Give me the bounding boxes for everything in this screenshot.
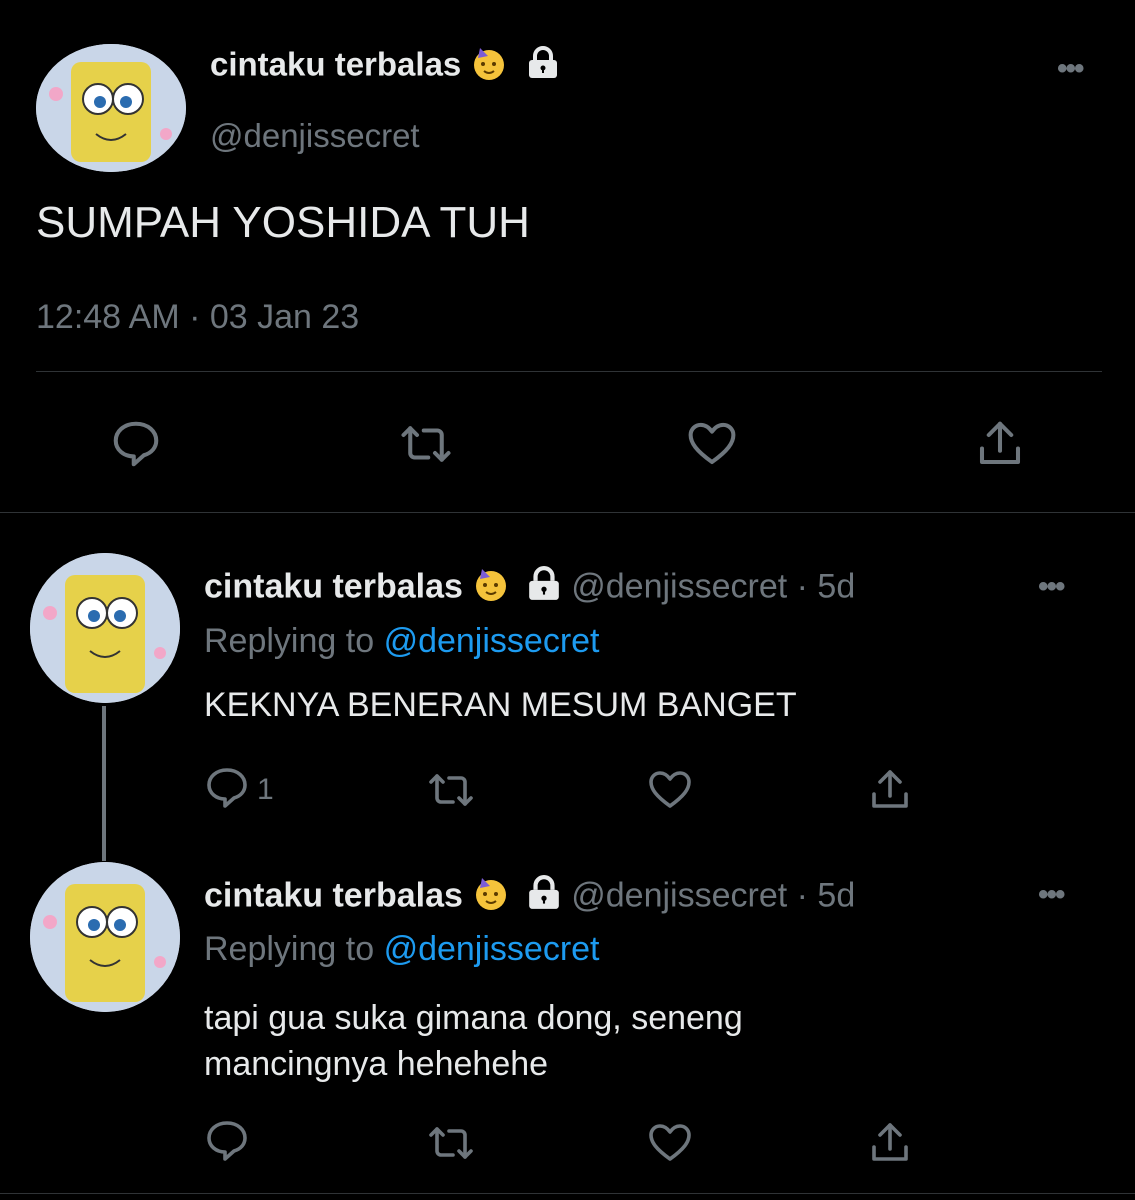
share-icon[interactable] — [864, 765, 916, 815]
share-icon[interactable] — [864, 1118, 916, 1168]
lock-icon — [526, 875, 562, 920]
reply-count: 1 — [257, 773, 274, 806]
reply-button[interactable]: 1 — [203, 765, 293, 815]
thread-line — [102, 706, 106, 861]
partying-face-emoji — [472, 874, 510, 921]
user-handle[interactable]: @denjissecret — [571, 876, 787, 914]
retweet-icon[interactable] — [393, 414, 459, 474]
reply-icon[interactable] — [106, 414, 166, 474]
tweet-text-line: tapi gua suka gimana dong, seneng — [204, 999, 743, 1037]
more-icon[interactable]: ••• — [1057, 52, 1084, 86]
like-icon[interactable] — [644, 765, 696, 815]
replying-to-handle[interactable]: @denjissecret — [384, 930, 600, 968]
like-icon[interactable] — [682, 414, 742, 474]
replying-to-handle[interactable]: @denjissecret — [384, 622, 600, 660]
reply-icon — [203, 764, 251, 817]
tweet-text: KEKNYA BENERAN MESUM BANGET — [204, 686, 797, 724]
reply-button[interactable] — [203, 1118, 293, 1168]
divider — [0, 512, 1135, 513]
display-name[interactable]: cintaku terbalas — [210, 46, 461, 83]
more-icon[interactable]: ••• — [1038, 878, 1065, 912]
more-icon[interactable]: ••• — [1038, 570, 1065, 604]
tweet-age: · 5d — [796, 567, 856, 606]
divider — [0, 1193, 1135, 1194]
user-handle[interactable]: @denjissecret — [210, 117, 420, 155]
avatar[interactable] — [36, 44, 186, 172]
tweet-text-line: mancingnya hehehehe — [204, 1045, 549, 1083]
tweet-text: SUMPAH YOSHIDA TUH — [36, 198, 530, 247]
tweet-text: tapi gua suka gimana dong, seneng mancin… — [204, 995, 743, 1087]
user-handle[interactable]: @denjissecret — [571, 567, 787, 605]
like-icon[interactable] — [644, 1118, 696, 1168]
reply-icon — [203, 1117, 251, 1170]
tweet-age: · 5d — [796, 876, 856, 915]
display-name[interactable]: cintaku terbalas — [204, 876, 463, 914]
avatar[interactable] — [30, 862, 180, 1012]
lock-icon — [526, 46, 560, 88]
partying-face-emoji — [470, 44, 508, 90]
tweet-timestamp[interactable]: 12:48 AM · 03 Jan 23 — [36, 298, 359, 337]
share-icon[interactable] — [970, 414, 1030, 474]
lock-icon — [526, 566, 562, 611]
divider — [36, 371, 1102, 372]
replying-to-label: Replying to — [204, 622, 375, 660]
avatar[interactable] — [30, 553, 180, 703]
retweet-icon[interactable] — [422, 765, 480, 815]
display-name[interactable]: cintaku terbalas — [204, 567, 463, 605]
retweet-icon[interactable] — [422, 1118, 480, 1168]
partying-face-emoji — [472, 565, 510, 612]
replying-to-label: Replying to — [204, 930, 375, 968]
